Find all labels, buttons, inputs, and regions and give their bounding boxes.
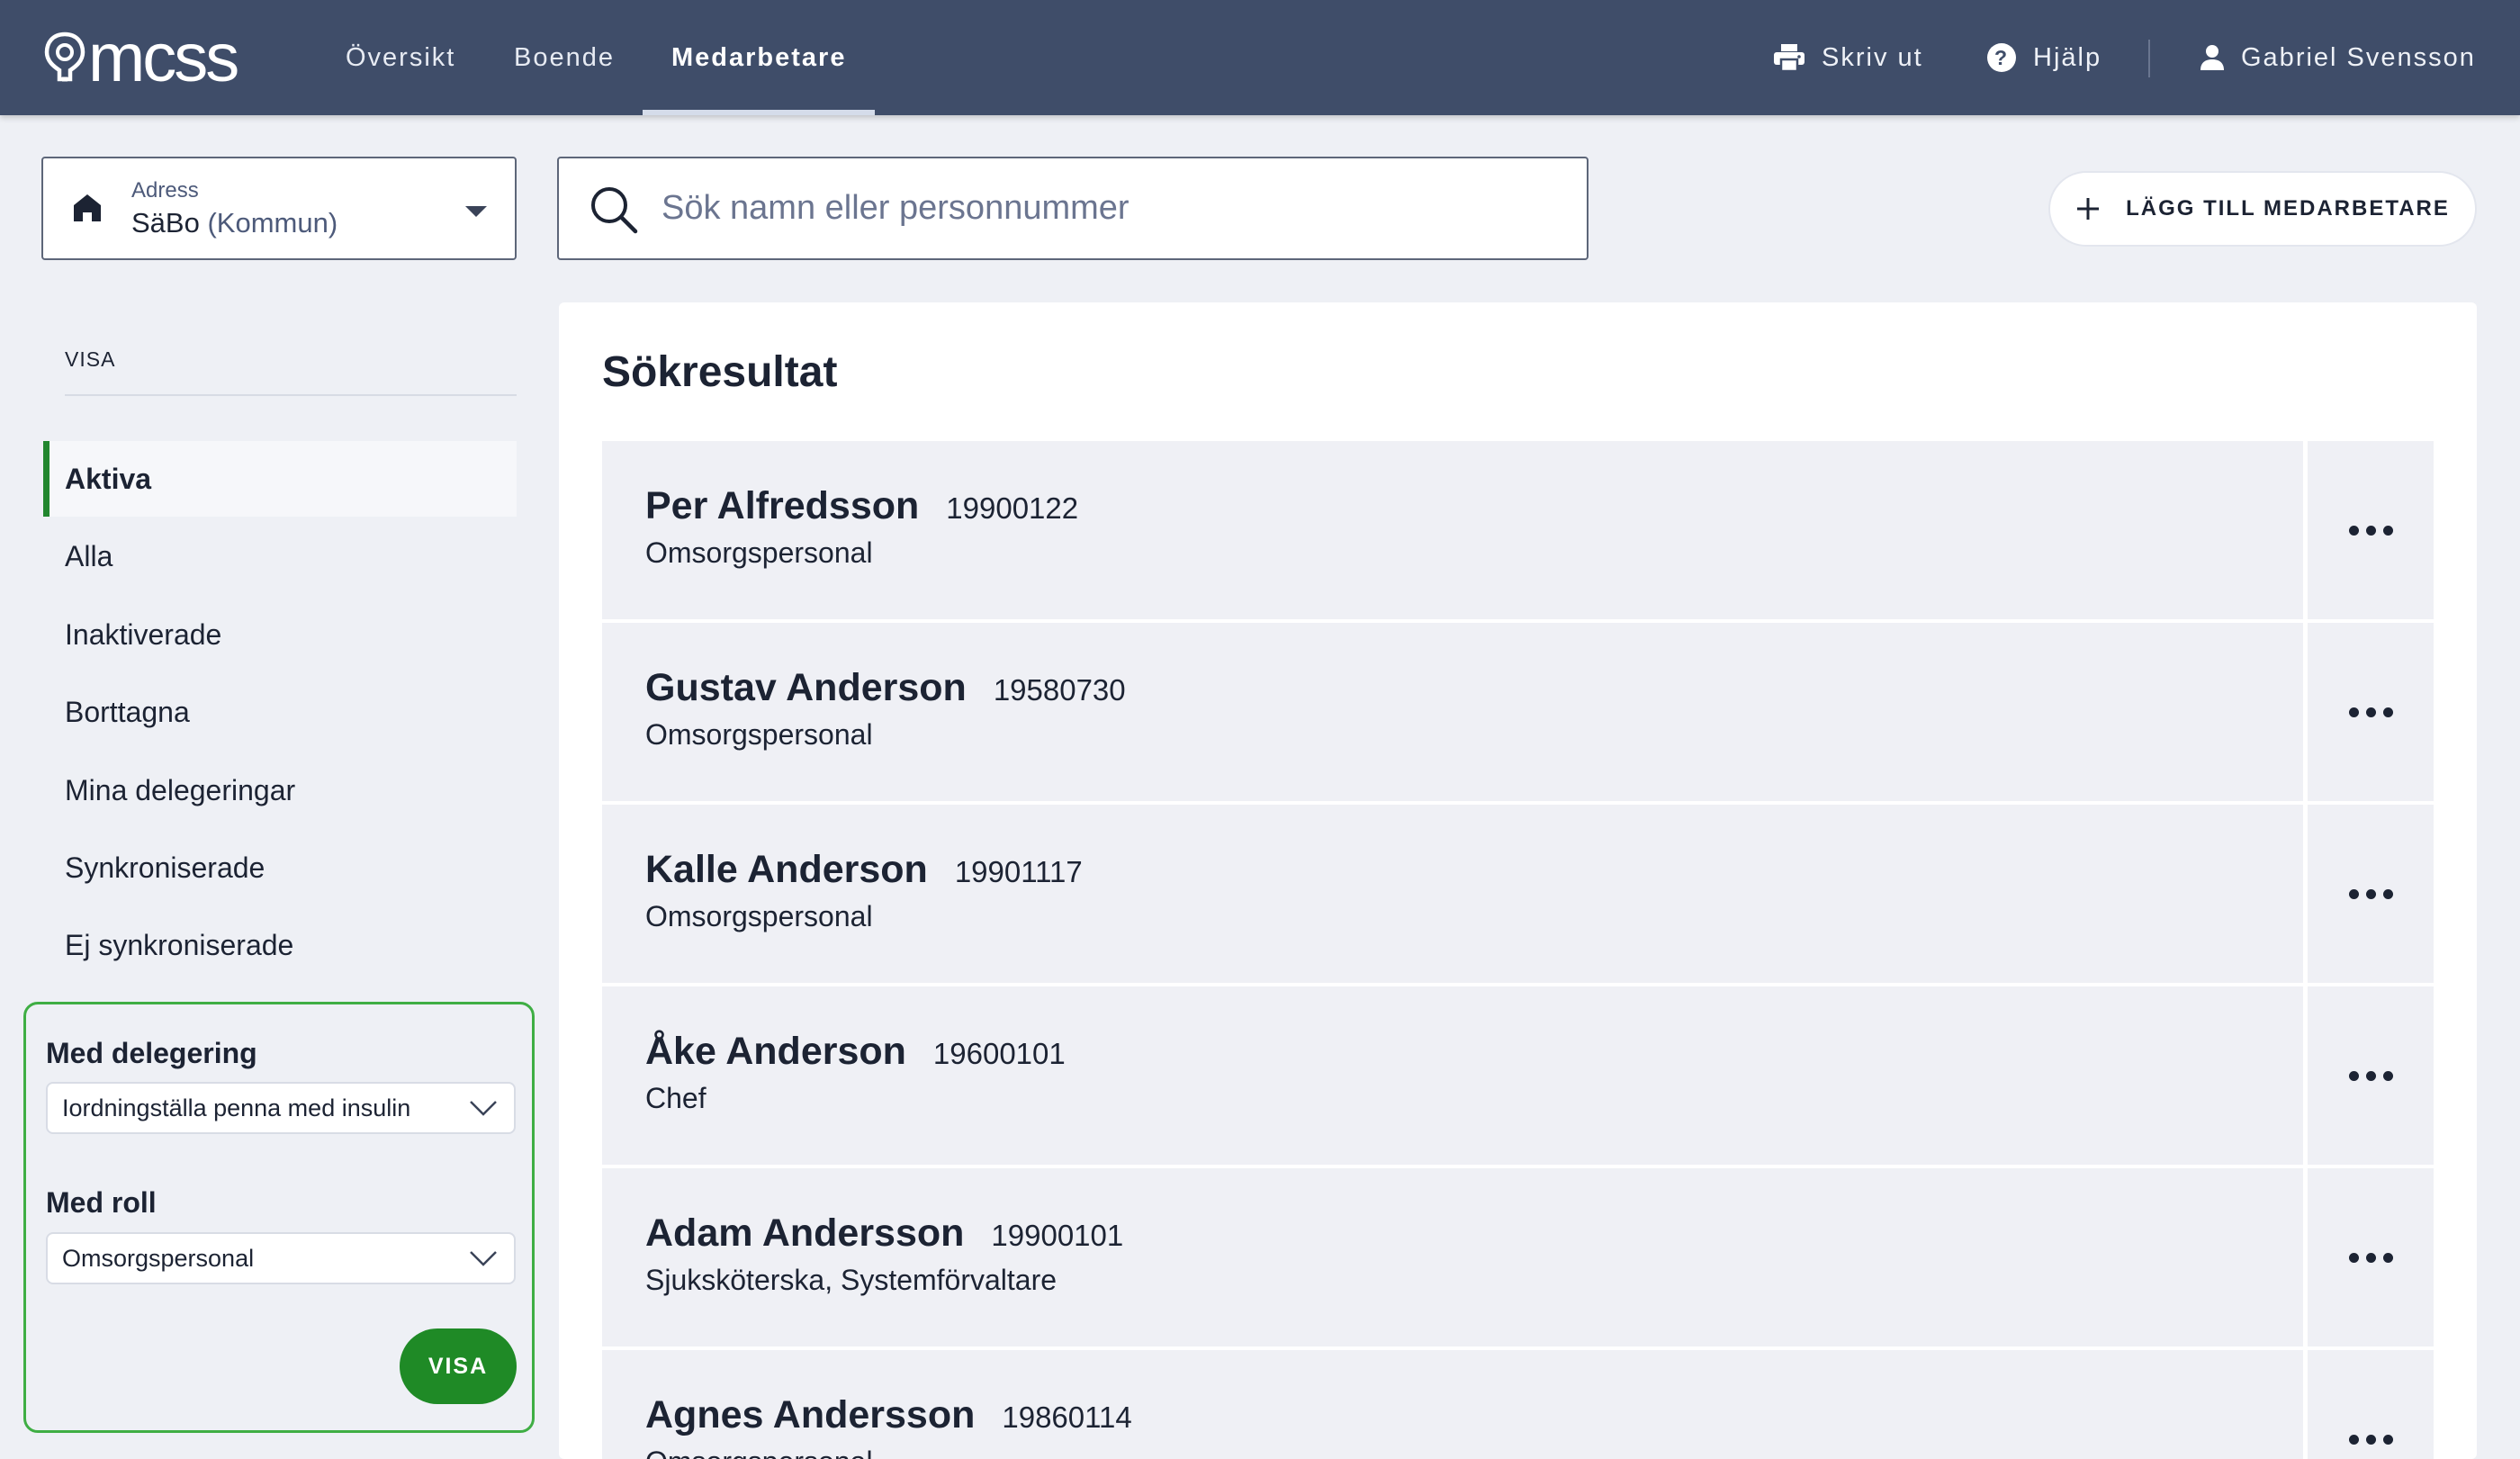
delegation-select-value: Iordningställa penna med insulin: [62, 1094, 411, 1121]
table-row[interactable]: Per Alfredsson 19900122 Omsorgspersonal: [602, 441, 2434, 619]
employee-card[interactable]: Per Alfredsson 19900122 Omsorgspersonal: [602, 441, 2303, 619]
chevron-down-icon: [470, 1251, 497, 1266]
nav-boende[interactable]: Boende: [514, 0, 615, 115]
row-more-button[interactable]: [2308, 1350, 2434, 1459]
table-row[interactable]: Adam Andersson 19900101 Sjuksköterska, Sy…: [602, 1168, 2434, 1346]
employee-role: Chef: [645, 1082, 706, 1114]
role-filter-label: Med roll: [46, 1186, 157, 1219]
employee-role: Omsorgspersonal: [645, 1445, 873, 1459]
employee-role: Omsorgspersonal: [645, 900, 873, 932]
more-icon: [2348, 1070, 2393, 1081]
delegation-select[interactable]: Iordningställa penna med insulin: [46, 1082, 516, 1134]
chevron-down-icon: [470, 1101, 497, 1116]
employee-pnr: 19901117: [954, 855, 1083, 888]
nav-active-indicator: [643, 110, 875, 115]
add-employee-label: LÄGG TILL MEDARBETARE: [2126, 196, 2450, 221]
logo[interactable]: mcss: [43, 20, 239, 96]
sidebar-item-inaktiverade[interactable]: Inaktiverade: [43, 597, 517, 672]
more-icon: [2348, 888, 2393, 899]
nav-oversikt[interactable]: Översikt: [346, 0, 455, 115]
address-selector[interactable]: Adress SäBo (Kommun): [41, 157, 517, 260]
more-icon: [2348, 525, 2393, 536]
employee-card[interactable]: Agnes Andersson 19860114 Omsorgspersonal: [602, 1350, 2303, 1459]
employee-role: Sjuksköterska, Systemförvaltare: [645, 1264, 1058, 1296]
employee-card[interactable]: Åke Anderson 19600101 Chef: [602, 986, 2303, 1165]
employee-name: Åke Anderson: [645, 1030, 906, 1073]
add-employee-button[interactable]: LÄGG TILL MEDARBETARE: [2048, 171, 2477, 247]
employee-pnr: 19860114: [1002, 1400, 1132, 1434]
home-icon: [74, 194, 101, 221]
employee-pnr: 19600101: [932, 1037, 1066, 1070]
help-icon: ?: [1987, 43, 2016, 72]
results-panel: Sökresultat Per Alfredsson 19900122 Omsor…: [559, 302, 2477, 1459]
filter-panel: Med delegering Iordningställa penna med …: [23, 1002, 535, 1433]
caret-down-icon: [465, 206, 487, 217]
employee-card[interactable]: Adam Andersson 19900101 Sjuksköterska, Sy…: [602, 1168, 2303, 1346]
address-qualifier: (Kommun): [207, 207, 338, 239]
address-label: Adress: [131, 178, 199, 203]
row-more-button[interactable]: [2308, 986, 2434, 1165]
employee-pnr: 19900101: [991, 1219, 1124, 1252]
sidebar-item-alla[interactable]: Alla: [43, 518, 517, 594]
row-more-button[interactable]: [2308, 805, 2434, 983]
search-icon: [591, 187, 638, 234]
nav-medarbetare[interactable]: Medarbetare: [671, 0, 846, 115]
employee-card[interactable]: Kalle Anderson 19901117 Omsorgspersonal: [602, 805, 2303, 983]
row-more-button[interactable]: [2308, 1168, 2434, 1346]
table-row[interactable]: Gustav Anderson 19580730 Omsorgspersonal: [602, 623, 2434, 801]
user-name: Gabriel Svensson: [2241, 42, 2476, 72]
table-row[interactable]: Åke Anderson 19600101 Chef: [602, 986, 2434, 1165]
role-select-value: Omsorgspersonal: [62, 1244, 255, 1272]
more-icon: [2348, 1434, 2393, 1445]
sidebar-item-synkroniserade[interactable]: Synkroniserade: [43, 830, 517, 905]
sidebar-heading: VISA: [65, 347, 116, 371]
help-label: Hjälp: [2033, 42, 2102, 72]
role-select[interactable]: Omsorgspersonal: [46, 1232, 516, 1284]
sidebar-item-borttagna[interactable]: Borttagna: [43, 674, 517, 750]
table-row[interactable]: Agnes Andersson 19860114 Omsorgspersonal: [602, 1350, 2434, 1459]
table-row[interactable]: Kalle Anderson 19901117 Omsorgspersonal: [602, 805, 2434, 983]
employee-name: Adam Andersson: [645, 1211, 965, 1255]
more-icon: [2348, 707, 2393, 717]
user-icon: [2200, 45, 2224, 70]
help-button[interactable]: ? Hjälp: [1986, 0, 2102, 115]
employee-role: Omsorgspersonal: [645, 718, 873, 751]
employee-name: Gustav Anderson: [645, 666, 967, 709]
sidebar-item-aktiva[interactable]: Aktiva: [43, 441, 517, 517]
address-value: SäBo (Kommun): [131, 207, 338, 239]
sidebar-item-mina-delegeringar[interactable]: Mina delegeringar: [43, 752, 517, 828]
employee-pnr: 19580730: [993, 673, 1126, 707]
more-icon: [2348, 1252, 2393, 1263]
search-input[interactable]: Sök namn eller personnummer: [557, 157, 1588, 260]
employee-pnr: 19900122: [946, 491, 1079, 525]
sidebar-divider: [65, 394, 517, 396]
printer-icon: [1774, 44, 1804, 72]
employee-name: Kalle Anderson: [645, 848, 928, 891]
logo-mark-icon: [43, 31, 86, 86]
employee-name: Agnes Andersson: [645, 1393, 976, 1436]
delegation-filter-label: Med delegering: [46, 1037, 257, 1069]
employee-role: Omsorgspersonal: [645, 536, 873, 569]
search-placeholder: Sök namn eller personnummer: [662, 189, 1130, 227]
results-title: Sökresultat: [602, 348, 838, 396]
address-name: SäBo: [131, 207, 200, 239]
top-bar: mcss Översikt Boende Medarbetare Skriv u…: [0, 0, 2520, 115]
plus-icon: [2077, 198, 2100, 220]
print-button[interactable]: Skriv ut: [1773, 0, 1923, 115]
print-label: Skriv ut: [1822, 42, 1923, 72]
row-more-button[interactable]: [2308, 441, 2434, 619]
apply-filter-button[interactable]: VISA: [400, 1328, 517, 1404]
employee-name: Per Alfredsson: [645, 484, 920, 527]
topbar-divider: [2148, 40, 2150, 77]
svg-text:?: ?: [1994, 46, 2009, 69]
row-more-button[interactable]: [2308, 623, 2434, 801]
sidebar-item-ej-synkroniserade[interactable]: Ej synkroniserade: [43, 907, 517, 983]
user-menu[interactable]: Gabriel Svensson: [2200, 0, 2476, 115]
logo-text: mcss: [88, 20, 239, 96]
employee-card[interactable]: Gustav Anderson 19580730 Omsorgspersonal: [602, 623, 2303, 801]
